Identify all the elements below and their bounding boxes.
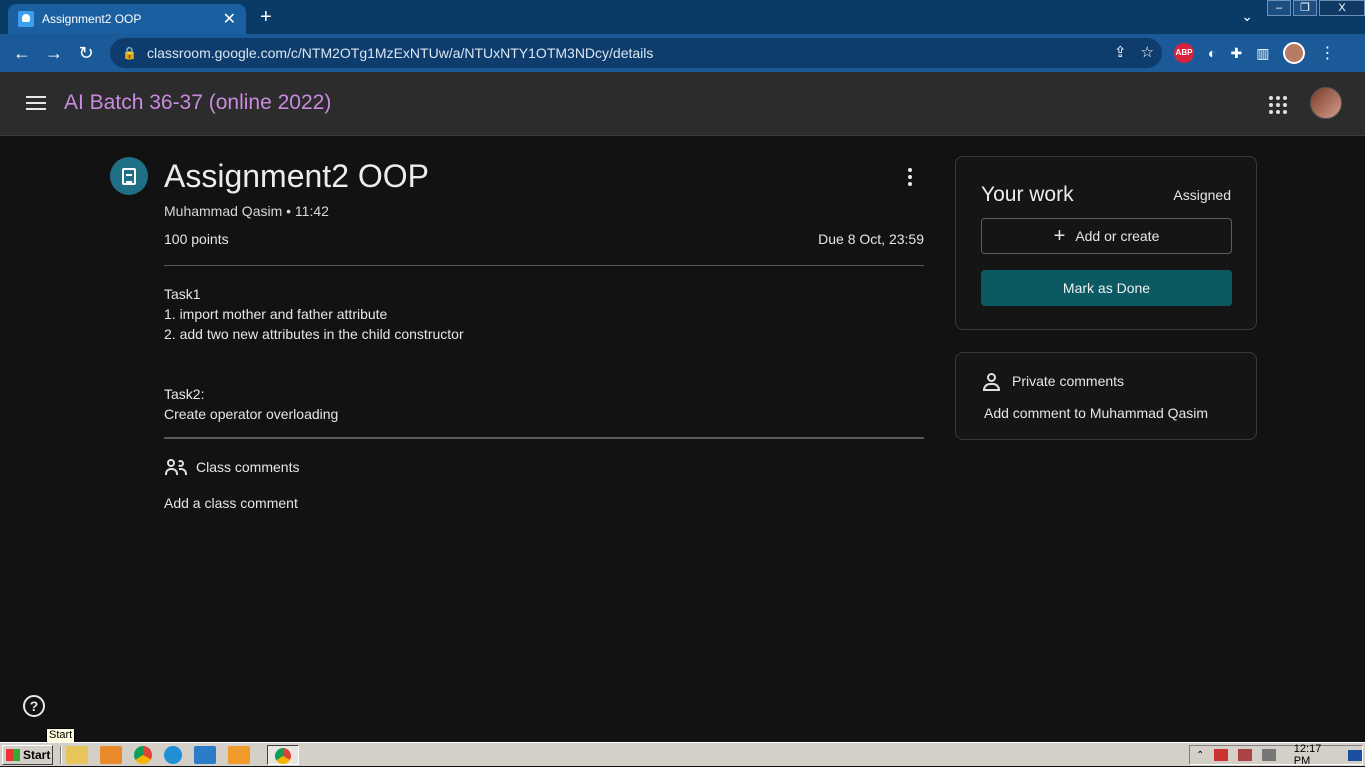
task2-line-1: Create operator overloading bbox=[164, 406, 339, 422]
divider bbox=[164, 437, 924, 439]
reload-icon[interactable]: ↻ bbox=[70, 43, 102, 64]
private-comments-card: Private comments Add comment to Muhammad… bbox=[955, 352, 1257, 440]
your-work-title: Your work bbox=[981, 183, 1074, 206]
edge-icon[interactable] bbox=[164, 746, 182, 764]
add-private-comment-link[interactable]: Add comment to Muhammad Qasim bbox=[984, 405, 1208, 421]
divider bbox=[164, 265, 924, 266]
account-avatar[interactable] bbox=[1310, 87, 1342, 119]
url-text: classroom.google.com/c/NTM2OTg1MzExNTUw/… bbox=[146, 45, 654, 61]
chrome-icon[interactable] bbox=[134, 746, 152, 764]
address-bar[interactable]: 🔒 classroom.google.com/c/NTM2OTg1MzExNTU… bbox=[110, 38, 1162, 68]
start-tooltip: Start bbox=[46, 728, 76, 743]
class-comments-label: Class comments bbox=[196, 459, 300, 475]
assignment-description: Task1 1. import mother and father attrib… bbox=[164, 284, 464, 424]
author-and-time: Muhammad Qasim • 11:42 bbox=[164, 203, 329, 219]
due-date: Due 8 Oct, 23:59 bbox=[818, 231, 924, 247]
signal-tray-icon[interactable] bbox=[1261, 749, 1276, 761]
class-name-link[interactable]: AI Batch 36-37 (online 2022) bbox=[64, 91, 331, 115]
assignment-icon bbox=[110, 157, 148, 195]
file-explorer-icon[interactable] bbox=[66, 746, 88, 764]
google-apps-icon[interactable] bbox=[1269, 96, 1287, 114]
chrome-taskbar-button[interactable] bbox=[267, 745, 299, 765]
private-comments-label: Private comments bbox=[1012, 373, 1125, 389]
classroom-header: AI Batch 36-37 (online 2022) bbox=[0, 72, 1365, 136]
person-icon bbox=[983, 373, 1001, 391]
show-desktop-icon[interactable] bbox=[1348, 749, 1362, 761]
task1-title: Task1 bbox=[164, 286, 201, 302]
browser-menu-icon[interactable]: ⋮ bbox=[1319, 43, 1335, 63]
close-window-button[interactable]: X bbox=[1319, 0, 1365, 16]
puzzle-extensions-icon[interactable]: ✚ bbox=[1230, 45, 1242, 62]
new-tab-button[interactable]: + bbox=[260, 6, 272, 29]
extensions-area: ABP ◐ ✚ ▥ ⋮ bbox=[1174, 42, 1335, 64]
tab-close-icon[interactable]: ✕ bbox=[223, 9, 236, 29]
show-hidden-icons-icon[interactable]: ⌃ bbox=[1196, 750, 1204, 761]
points-label: 100 points bbox=[164, 231, 229, 247]
media-player-icon[interactable] bbox=[100, 746, 122, 764]
app-icon[interactable] bbox=[228, 746, 250, 764]
security-tray-icon[interactable] bbox=[1214, 749, 1229, 761]
extension-icon[interactable]: ◐ bbox=[1208, 45, 1216, 61]
add-class-comment-link[interactable]: Add a class comment bbox=[164, 495, 298, 511]
main-menu-icon[interactable] bbox=[26, 96, 46, 114]
work-status-badge: Assigned bbox=[1173, 187, 1231, 203]
chrome-running-icon bbox=[275, 748, 291, 764]
browser-tab-bar: Assignment2 OOP ✕ + ⌄ – ❐ X bbox=[0, 0, 1365, 34]
add-or-create-button[interactable]: + Add or create bbox=[981, 218, 1232, 254]
vscode-icon[interactable] bbox=[194, 746, 216, 764]
minimize-button[interactable]: – bbox=[1267, 0, 1291, 16]
quick-launch bbox=[66, 746, 250, 764]
lock-icon[interactable]: 🔒 bbox=[122, 46, 137, 60]
task1-line-2: 2. add two new attributes in the child c… bbox=[164, 326, 464, 342]
help-icon[interactable]: ? bbox=[23, 695, 45, 717]
people-icon bbox=[165, 459, 187, 475]
browser-tab[interactable]: Assignment2 OOP ✕ bbox=[8, 4, 246, 34]
start-button[interactable]: Start bbox=[2, 745, 53, 765]
add-or-create-label: Add or create bbox=[1075, 228, 1160, 244]
more-options-icon[interactable] bbox=[908, 168, 916, 189]
forward-arrow-icon[interactable]: → bbox=[38, 43, 70, 64]
tab-title: Assignment2 OOP bbox=[42, 12, 142, 26]
clock[interactable]: 12:17 PM bbox=[1294, 743, 1340, 767]
restore-button[interactable]: ❐ bbox=[1293, 0, 1317, 16]
task2-title: Task2: bbox=[164, 386, 205, 402]
window-controls: – ❐ X bbox=[1265, 0, 1365, 18]
your-work-card: Your work Assigned + Add or create Mark … bbox=[955, 156, 1257, 330]
side-panel-icon[interactable]: ▥ bbox=[1256, 45, 1269, 62]
windows-logo-icon bbox=[6, 749, 20, 761]
bookmark-star-icon[interactable]: ☆ bbox=[1141, 43, 1154, 61]
task1-line-1: 1. import mother and father attribute bbox=[164, 306, 388, 322]
mark-as-done-button[interactable]: Mark as Done bbox=[981, 270, 1232, 306]
back-arrow-icon[interactable]: ← bbox=[6, 43, 38, 64]
browser-toolbar: ← → ↻ 🔒 classroom.google.com/c/NTM2OTg1M… bbox=[0, 34, 1365, 72]
taskbar-separator bbox=[60, 746, 62, 764]
classroom-favicon-icon bbox=[18, 11, 34, 27]
tab-search-chevron-icon[interactable]: ⌄ bbox=[1241, 8, 1253, 25]
adblock-plus-icon[interactable]: ABP bbox=[1174, 43, 1194, 63]
windows-taskbar: Start ⌃ 12:17 PM bbox=[0, 742, 1365, 767]
start-label: Start bbox=[23, 748, 51, 762]
assignment-title: Assignment2 OOP bbox=[164, 158, 429, 194]
share-icon[interactable]: ⇪ bbox=[1114, 43, 1127, 61]
network-tray-icon[interactable] bbox=[1238, 749, 1252, 761]
profile-avatar-icon[interactable] bbox=[1283, 42, 1306, 64]
plus-icon: + bbox=[1053, 225, 1066, 247]
system-tray: ⌃ 12:17 PM bbox=[1189, 743, 1363, 767]
